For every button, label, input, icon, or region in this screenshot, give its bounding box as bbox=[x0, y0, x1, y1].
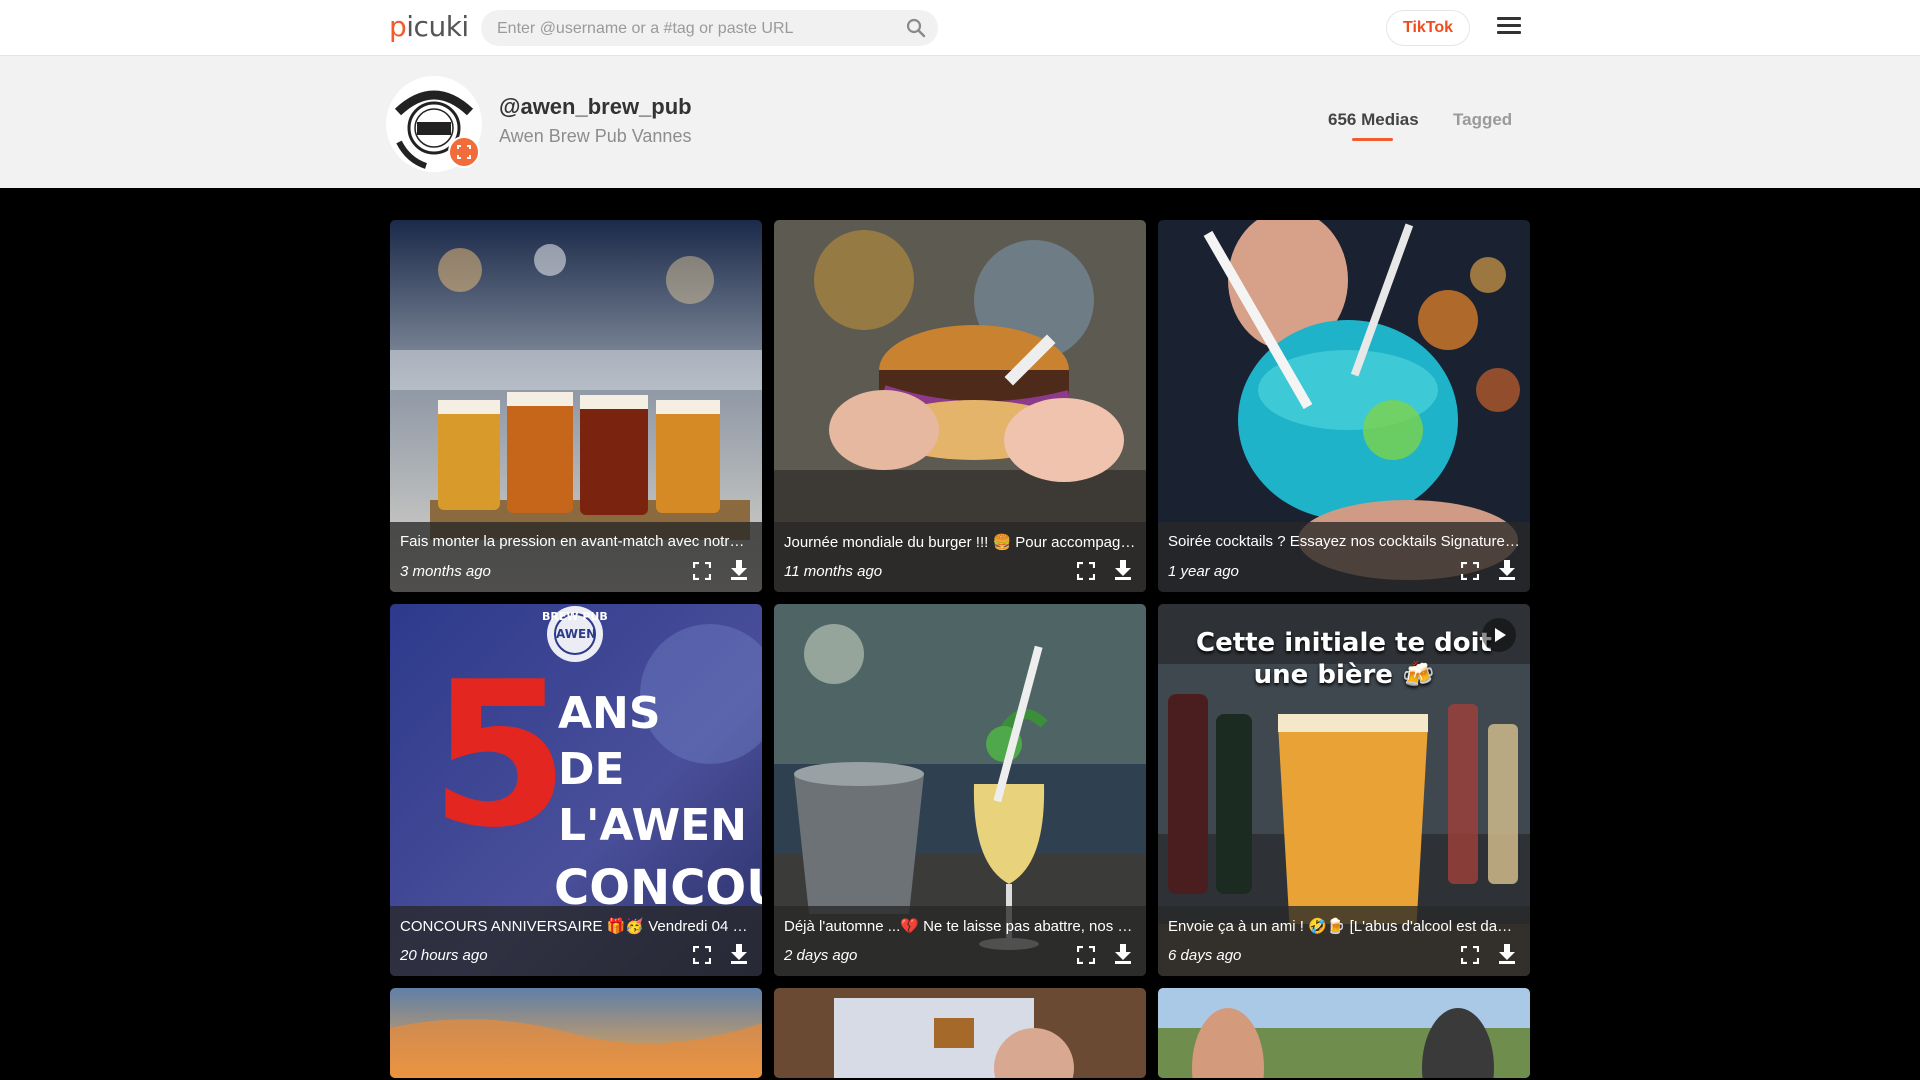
reel-headline-2: une bière 🍻 bbox=[1253, 660, 1435, 690]
download-icon[interactable] bbox=[730, 560, 748, 580]
post-time: 3 months ago bbox=[400, 563, 491, 580]
poster-line-2: DE bbox=[558, 744, 625, 795]
post-card[interactable]: Fais monter la pression en avant-match a… bbox=[390, 220, 762, 592]
download-icon[interactable] bbox=[730, 944, 748, 964]
download-icon[interactable] bbox=[1498, 944, 1516, 964]
post-caption-bar: Journée mondiale du burger !!! 🍔 Pour ac… bbox=[774, 522, 1146, 592]
profile-header: @awen_brew_pub Awen Brew Pub Vannes 656 … bbox=[0, 56, 1920, 188]
post-time: 1 year ago bbox=[1168, 563, 1239, 580]
search-icon[interactable] bbox=[906, 18, 926, 38]
poster-logo-mid: AWEN bbox=[556, 627, 597, 641]
poster-line-1: ANS bbox=[558, 688, 661, 739]
expand-icon[interactable] bbox=[693, 946, 711, 964]
post-caption: Déjà l'automne ...💔 Ne te laisse pas aba… bbox=[784, 918, 1136, 935]
post-caption: CONCOURS ANNIVERSAIRE 🎁🥳 Vendredi 04 oct… bbox=[400, 918, 752, 935]
post-card[interactable]: Cette initiale te doit une bière 🍻 Envoi… bbox=[1158, 604, 1530, 976]
post-caption: Journée mondiale du burger !!! 🍔 Pour ac… bbox=[784, 534, 1136, 551]
poster-logo-top: BREW PUB bbox=[542, 610, 608, 623]
camera-icon[interactable] bbox=[448, 136, 480, 168]
post-time: 6 days ago bbox=[1168, 947, 1242, 964]
play-icon[interactable] bbox=[1482, 618, 1516, 652]
expand-icon[interactable] bbox=[1077, 946, 1095, 964]
hamburger-menu-icon[interactable] bbox=[1497, 17, 1521, 39]
profile-username: @awen_brew_pub bbox=[499, 94, 692, 119]
post-card[interactable] bbox=[774, 988, 1146, 1078]
download-icon[interactable] bbox=[1114, 560, 1132, 580]
post-time: 20 hours ago bbox=[400, 947, 488, 964]
post-card[interactable]: Soirée cocktails ? Essayez nos cocktails… bbox=[1158, 220, 1530, 592]
post-caption-bar: Déjà l'automne ...💔 Ne te laisse pas aba… bbox=[774, 906, 1146, 976]
post-caption-bar: Fais monter la pression en avant-match a… bbox=[390, 522, 762, 592]
post-card[interactable]: 5 ANS DE L'AWEN CONCOURS BREW PUB AWEN C… bbox=[390, 604, 762, 976]
reel-headline-1: Cette initiale te doit bbox=[1195, 628, 1492, 658]
post-image-sunset bbox=[390, 988, 762, 1078]
media-grid: Fais monter la pression en avant-match a… bbox=[390, 220, 1530, 1078]
download-icon[interactable] bbox=[1498, 560, 1516, 580]
picuki-logo[interactable]: picuki bbox=[389, 10, 469, 44]
tab-tagged[interactable]: Tagged bbox=[1453, 110, 1512, 130]
post-caption-bar: Soirée cocktails ? Essayez nos cocktails… bbox=[1158, 522, 1530, 592]
search-input[interactable] bbox=[495, 10, 889, 48]
post-caption: Fais monter la pression en avant-match a… bbox=[400, 533, 752, 550]
post-card[interactable]: Journée mondiale du burger !!! 🍔 Pour ac… bbox=[774, 220, 1146, 592]
active-tab-indicator bbox=[1352, 138, 1393, 141]
post-caption: Envoie ça à un ami ! 🤣🍺 [L'abus d'alcool… bbox=[1168, 918, 1520, 935]
logo-accent-letter: p bbox=[389, 10, 407, 43]
post-caption-bar: CONCOURS ANNIVERSAIRE 🎁🥳 Vendredi 04 oct… bbox=[390, 906, 762, 976]
tiktok-button[interactable]: TikTok bbox=[1386, 10, 1470, 46]
expand-icon[interactable] bbox=[1077, 562, 1095, 580]
profile-full-name: Awen Brew Pub Vannes bbox=[499, 126, 692, 146]
expand-icon[interactable] bbox=[1461, 562, 1479, 580]
poster-line-3: L'AWEN bbox=[558, 800, 747, 851]
post-time: 11 months ago bbox=[784, 563, 883, 580]
post-caption-bar: Envoie ça à un ami ! 🤣🍺 [L'abus d'alcool… bbox=[1158, 906, 1530, 976]
post-caption: Soirée cocktails ? Essayez nos cocktails… bbox=[1168, 533, 1520, 550]
post-image-terrace bbox=[1158, 988, 1530, 1078]
poster-number: 5 bbox=[430, 639, 570, 872]
post-card[interactable] bbox=[1158, 988, 1530, 1078]
logo-text: icuki bbox=[406, 10, 469, 43]
download-icon[interactable] bbox=[1114, 944, 1132, 964]
profile-avatar[interactable] bbox=[386, 76, 482, 172]
post-card[interactable]: Déjà l'automne ...💔 Ne te laisse pas aba… bbox=[774, 604, 1146, 976]
post-time: 2 days ago bbox=[784, 947, 858, 964]
expand-icon[interactable] bbox=[1461, 946, 1479, 964]
top-navigation-bar: picuki TikTok bbox=[0, 0, 1920, 56]
tab-medias[interactable]: 656 Medias bbox=[1328, 110, 1419, 130]
search-box bbox=[481, 10, 938, 48]
post-card[interactable] bbox=[390, 988, 762, 1078]
expand-icon[interactable] bbox=[693, 562, 711, 580]
post-image-people-indoor bbox=[774, 988, 1146, 1078]
